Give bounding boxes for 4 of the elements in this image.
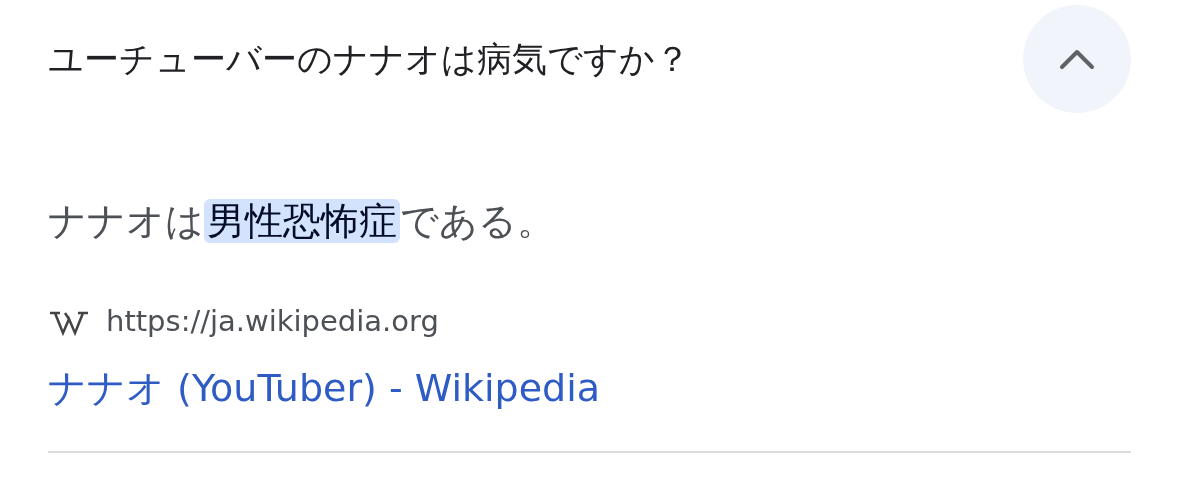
source-url: https://ja.wikipedia.org [106,303,439,340]
question-text: ユーチューバーのナナオは病気ですか？ [48,37,690,81]
answer-text: ナナオは 男性恐怖症である。 [48,198,556,245]
result-title-link[interactable]: ナナオ (YouTuber) - Wikipedia [48,359,601,417]
